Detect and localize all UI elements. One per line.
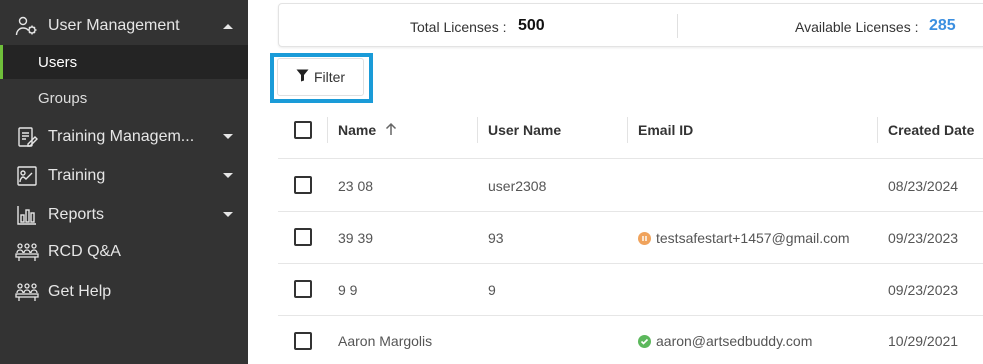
nav-training-management[interactable]: Training Managem... (0, 118, 248, 156)
row-checkbox[interactable] (294, 280, 312, 298)
sidebar: User Management Users Groups Training Ma… (0, 0, 248, 364)
select-all-checkbox[interactable] (294, 121, 312, 139)
cell-created-date: 08/23/2024 (888, 178, 959, 194)
nav-training[interactable]: Training (0, 157, 248, 195)
cell-username: 93 (488, 230, 504, 246)
nav-reports-label: Reports (48, 206, 105, 223)
column-header-username[interactable]: User Name (488, 122, 561, 138)
presentation-icon (14, 164, 40, 188)
column-divider (877, 117, 878, 143)
help-group-icon (14, 280, 40, 304)
column-header-created-date[interactable]: Created Date (888, 122, 974, 138)
sidebar-item-groups[interactable]: Groups (0, 81, 248, 115)
nav-reports[interactable]: Reports (0, 196, 248, 234)
sidebar-item-users[interactable]: Users (0, 45, 248, 79)
row-checkbox[interactable] (294, 176, 312, 194)
nav-rcd-qa-label: RCD Q&A (48, 243, 121, 260)
nav-training-label: Training (48, 167, 106, 184)
nav-rcd-qa[interactable]: RCD Q&A (0, 233, 248, 271)
row-divider (278, 263, 983, 264)
cell-email-text: testsafestart+1457@gmail.com (656, 230, 850, 246)
license-divider (677, 14, 678, 38)
cell-created-date: 09/23/2023 (888, 282, 959, 298)
total-licenses-label: Total Licenses : (410, 19, 507, 35)
cell-created-date: 10/29/2021 (888, 333, 959, 349)
user-gear-icon (14, 14, 40, 38)
filter-button[interactable]: Filter (277, 58, 364, 96)
cell-username: user2308 (488, 178, 547, 194)
group-meeting-icon (14, 240, 40, 264)
cell-name: 23 08 (338, 178, 374, 194)
column-divider (477, 117, 478, 143)
nav-get-help-label: Get Help (48, 283, 112, 300)
sidebar-item-users-label: Users (38, 53, 78, 71)
filter-button-label: Filter (313, 69, 346, 85)
license-summary: Total Licenses : 500 Available Licenses … (278, 3, 983, 47)
nav-user-management[interactable]: User Management (0, 7, 248, 45)
bar-chart-icon (14, 203, 40, 227)
chevron-down-icon (220, 207, 236, 223)
row-divider (278, 211, 983, 212)
cell-username: 9 (488, 282, 496, 298)
row-divider (278, 158, 983, 159)
document-edit-icon (14, 125, 40, 149)
nav-training-management-label: Training Managem... (48, 128, 195, 145)
filter-icon (296, 69, 309, 85)
sidebar-item-groups-label: Groups (38, 89, 88, 107)
row-checkbox[interactable] (294, 332, 312, 350)
cell-email-text: aaron@artsedbuddy.com (656, 333, 813, 349)
cell-name: 9 9 (338, 282, 358, 298)
nav-user-management-label: User Management (48, 17, 180, 34)
cell-created-date: 09/23/2023 (888, 230, 959, 246)
column-divider (327, 117, 328, 143)
row-checkbox[interactable] (294, 228, 312, 246)
column-divider (627, 117, 628, 143)
total-licenses-value: 500 (518, 17, 545, 34)
chevron-up-icon (220, 18, 236, 34)
cell-email: testsafestart+1457@gmail.com (638, 230, 850, 246)
column-header-email[interactable]: Email ID (638, 122, 693, 138)
pending-status-icon (638, 232, 651, 245)
chevron-down-icon (220, 168, 236, 184)
sort-ascending-icon[interactable] (385, 122, 397, 141)
row-divider (278, 315, 983, 316)
cell-name: Aaron Margolis (338, 333, 433, 349)
cell-name: 39 39 (338, 230, 374, 246)
available-licenses-label: Available Licenses : (795, 19, 919, 35)
verified-check-icon (638, 335, 651, 348)
available-licenses-value: 285 (929, 17, 956, 34)
column-header-name[interactable]: Name (338, 122, 376, 138)
cell-email: aaron@artsedbuddy.com (638, 333, 812, 349)
chevron-down-icon (220, 129, 236, 145)
nav-get-help[interactable]: Get Help (0, 273, 248, 311)
